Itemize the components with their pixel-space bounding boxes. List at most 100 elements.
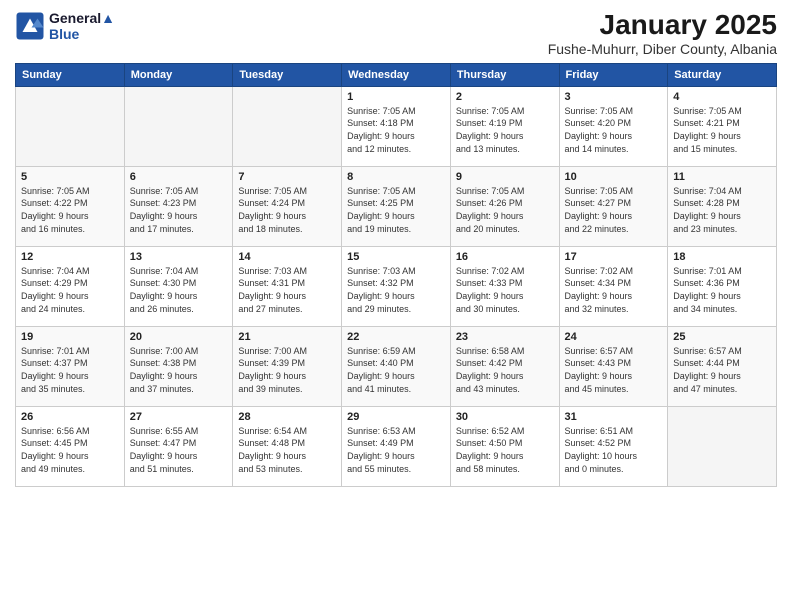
calendar-header-row: SundayMondayTuesdayWednesdayThursdayFrid… (16, 63, 777, 86)
day-number: 7 (238, 171, 336, 183)
day-info: Sunrise: 7:05 AM Sunset: 4:20 PM Dayligh… (565, 105, 663, 155)
calendar-cell: 17 Sunrise: 7:02 AM Sunset: 4:34 PM Dayli… (559, 246, 668, 326)
day-info: Sunrise: 7:05 AM Sunset: 4:22 PM Dayligh… (21, 185, 119, 235)
calendar-cell: 21 Sunrise: 7:00 AM Sunset: 4:39 PM Dayli… (233, 326, 342, 406)
day-number: 20 (130, 331, 228, 343)
day-info: Sunrise: 7:01 AM Sunset: 4:36 PM Dayligh… (673, 265, 771, 315)
calendar-header-thursday: Thursday (450, 63, 559, 86)
calendar-cell: 11Sunrise: 7:04 AM Sunset: 4:28 PM Dayli… (668, 166, 777, 246)
day-info: Sunrise: 7:05 AM Sunset: 4:23 PM Dayligh… (130, 185, 228, 235)
day-number: 23 (456, 331, 554, 343)
calendar-week-row: 5 Sunrise: 7:05 AM Sunset: 4:22 PM Daylig… (16, 166, 777, 246)
calendar-cell: 7 Sunrise: 7:05 AM Sunset: 4:24 PM Daylig… (233, 166, 342, 246)
calendar-cell: 1Sunrise: 7:05 AM Sunset: 4:18 PM Daylig… (342, 86, 451, 166)
calendar-header-wednesday: Wednesday (342, 63, 451, 86)
day-info: Sunrise: 6:59 AM Sunset: 4:40 PM Dayligh… (347, 345, 445, 395)
day-number: 22 (347, 331, 445, 343)
calendar-cell: 22 Sunrise: 6:59 AM Sunset: 4:40 PM Dayli… (342, 326, 451, 406)
day-info: Sunrise: 7:00 AM Sunset: 4:39 PM Dayligh… (238, 345, 336, 395)
logo-icon (15, 11, 45, 41)
calendar-cell: 16Sunrise: 7:02 AM Sunset: 4:33 PM Dayli… (450, 246, 559, 326)
logo-text: General▲ Blue (49, 10, 115, 42)
calendar-header-sunday: Sunday (16, 63, 125, 86)
day-info: Sunrise: 7:05 AM Sunset: 4:24 PM Dayligh… (238, 185, 336, 235)
day-number: 30 (456, 411, 554, 423)
calendar-week-row: 26Sunrise: 6:56 AM Sunset: 4:45 PM Dayli… (16, 406, 777, 486)
day-info: Sunrise: 7:05 AM Sunset: 4:21 PM Dayligh… (673, 105, 771, 155)
location-title: Fushe-Muhurr, Diber County, Albania (548, 41, 777, 57)
day-number: 13 (130, 251, 228, 263)
calendar-cell: 2 Sunrise: 7:05 AM Sunset: 4:19 PM Daylig… (450, 86, 559, 166)
calendar-cell (124, 86, 233, 166)
day-info: Sunrise: 7:05 AM Sunset: 4:19 PM Dayligh… (456, 105, 554, 155)
day-number: 5 (21, 171, 119, 183)
day-info: Sunrise: 7:03 AM Sunset: 4:32 PM Dayligh… (347, 265, 445, 315)
calendar-cell: 12 Sunrise: 7:04 AM Sunset: 4:29 PM Dayli… (16, 246, 125, 326)
calendar-cell: 13Sunrise: 7:04 AM Sunset: 4:30 PM Dayli… (124, 246, 233, 326)
day-info: Sunrise: 7:01 AM Sunset: 4:37 PM Dayligh… (21, 345, 119, 395)
calendar-cell (233, 86, 342, 166)
day-info: Sunrise: 6:51 AM Sunset: 4:52 PM Dayligh… (565, 425, 663, 475)
day-info: Sunrise: 7:04 AM Sunset: 4:29 PM Dayligh… (21, 265, 119, 315)
day-info: Sunrise: 6:57 AM Sunset: 4:44 PM Dayligh… (673, 345, 771, 395)
calendar-header-monday: Monday (124, 63, 233, 86)
calendar-cell: 26Sunrise: 6:56 AM Sunset: 4:45 PM Dayli… (16, 406, 125, 486)
calendar-cell: 25 Sunrise: 6:57 AM Sunset: 4:44 PM Dayli… (668, 326, 777, 406)
calendar-cell: 5 Sunrise: 7:05 AM Sunset: 4:22 PM Daylig… (16, 166, 125, 246)
day-number: 3 (565, 91, 663, 103)
day-number: 2 (456, 91, 554, 103)
calendar-cell: 10Sunrise: 7:05 AM Sunset: 4:27 PM Dayli… (559, 166, 668, 246)
day-number: 21 (238, 331, 336, 343)
calendar-week-row: 19Sunrise: 7:01 AM Sunset: 4:37 PM Dayli… (16, 326, 777, 406)
day-info: Sunrise: 6:56 AM Sunset: 4:45 PM Dayligh… (21, 425, 119, 475)
calendar-cell: 9Sunrise: 7:05 AM Sunset: 4:26 PM Daylig… (450, 166, 559, 246)
day-info: Sunrise: 7:03 AM Sunset: 4:31 PM Dayligh… (238, 265, 336, 315)
calendar-cell: 23 Sunrise: 6:58 AM Sunset: 4:42 PM Dayli… (450, 326, 559, 406)
day-number: 6 (130, 171, 228, 183)
calendar-cell: 29 Sunrise: 6:53 AM Sunset: 4:49 PM Dayli… (342, 406, 451, 486)
day-number: 17 (565, 251, 663, 263)
calendar-cell: 6 Sunrise: 7:05 AM Sunset: 4:23 PM Daylig… (124, 166, 233, 246)
page-container: General▲ Blue January 2025 Fushe-Muhurr,… (0, 0, 792, 492)
day-info: Sunrise: 7:05 AM Sunset: 4:18 PM Dayligh… (347, 105, 445, 155)
calendar-cell: 27 Sunrise: 6:55 AM Sunset: 4:47 PM Dayli… (124, 406, 233, 486)
day-info: Sunrise: 6:55 AM Sunset: 4:47 PM Dayligh… (130, 425, 228, 475)
calendar-cell: 8 Sunrise: 7:05 AM Sunset: 4:25 PM Daylig… (342, 166, 451, 246)
calendar-cell (668, 406, 777, 486)
day-number: 29 (347, 411, 445, 423)
day-number: 4 (673, 91, 771, 103)
calendar-cell: 3 Sunrise: 7:05 AM Sunset: 4:20 PM Daylig… (559, 86, 668, 166)
day-number: 18 (673, 251, 771, 263)
calendar-cell: 31 Sunrise: 6:51 AM Sunset: 4:52 PM Dayli… (559, 406, 668, 486)
title-section: January 2025 Fushe-Muhurr, Diber County,… (548, 10, 777, 57)
day-number: 14 (238, 251, 336, 263)
calendar-cell: 20Sunrise: 7:00 AM Sunset: 4:38 PM Dayli… (124, 326, 233, 406)
day-number: 25 (673, 331, 771, 343)
calendar-cell: 30 Sunrise: 6:52 AM Sunset: 4:50 PM Dayli… (450, 406, 559, 486)
calendar-cell: 15Sunrise: 7:03 AM Sunset: 4:32 PM Dayli… (342, 246, 451, 326)
calendar-header-friday: Friday (559, 63, 668, 86)
day-number: 12 (21, 251, 119, 263)
day-info: Sunrise: 6:58 AM Sunset: 4:42 PM Dayligh… (456, 345, 554, 395)
calendar-cell: 18 Sunrise: 7:01 AM Sunset: 4:36 PM Dayli… (668, 246, 777, 326)
calendar-table: SundayMondayTuesdayWednesdayThursdayFrid… (15, 63, 777, 487)
day-number: 9 (456, 171, 554, 183)
day-number: 10 (565, 171, 663, 183)
day-info: Sunrise: 6:53 AM Sunset: 4:49 PM Dayligh… (347, 425, 445, 475)
day-number: 11 (673, 171, 771, 183)
calendar-cell (16, 86, 125, 166)
day-number: 24 (565, 331, 663, 343)
calendar-header-tuesday: Tuesday (233, 63, 342, 86)
calendar-cell: 14 Sunrise: 7:03 AM Sunset: 4:31 PM Dayli… (233, 246, 342, 326)
day-info: Sunrise: 7:05 AM Sunset: 4:25 PM Dayligh… (347, 185, 445, 235)
day-number: 8 (347, 171, 445, 183)
calendar-header-saturday: Saturday (668, 63, 777, 86)
day-number: 27 (130, 411, 228, 423)
day-number: 31 (565, 411, 663, 423)
calendar-week-row: 1Sunrise: 7:05 AM Sunset: 4:18 PM Daylig… (16, 86, 777, 166)
day-info: Sunrise: 7:02 AM Sunset: 4:34 PM Dayligh… (565, 265, 663, 315)
calendar-week-row: 12 Sunrise: 7:04 AM Sunset: 4:29 PM Dayli… (16, 246, 777, 326)
calendar-cell: 24Sunrise: 6:57 AM Sunset: 4:43 PM Dayli… (559, 326, 668, 406)
day-info: Sunrise: 6:52 AM Sunset: 4:50 PM Dayligh… (456, 425, 554, 475)
day-info: Sunrise: 6:54 AM Sunset: 4:48 PM Dayligh… (238, 425, 336, 475)
